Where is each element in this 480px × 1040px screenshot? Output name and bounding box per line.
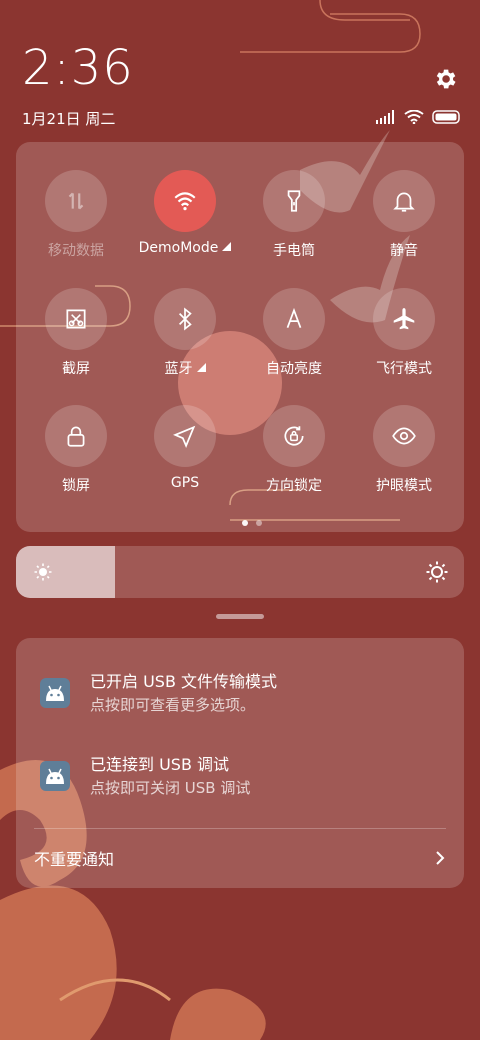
- qs-tile-label: 飞行模式: [376, 361, 432, 377]
- date: 1月21日 周二: [22, 110, 116, 128]
- page-dot: [256, 520, 262, 526]
- unimportant-notifications-link[interactable]: 不重要通知: [34, 846, 114, 870]
- qs-tile-label: DemoMode: [135, 240, 235, 256]
- gps-icon[interactable]: [154, 405, 216, 467]
- qs-tile-lock[interactable]: 锁屏: [26, 405, 126, 515]
- bluetooth-icon[interactable]: [154, 288, 216, 350]
- divider: [34, 828, 446, 829]
- qs-tile-bluetooth[interactable]: 蓝牙: [135, 288, 235, 398]
- page-indicator: [242, 520, 262, 526]
- android-icon: [40, 761, 70, 791]
- notification-usb-transfer[interactable]: 已开启 USB 文件传输模式 点按即可查看更多选项。: [16, 668, 464, 728]
- quick-settings-panel: 移动数据 DemoMode 手电筒 静音截屏 蓝牙 自动亮度 飞行模式锁屏 GPS 方向锁定 护眼…: [16, 142, 464, 532]
- airplane-icon[interactable]: [373, 288, 435, 350]
- mobile-data-icon[interactable]: [45, 170, 107, 232]
- qs-tile-label: 锁屏: [62, 478, 90, 494]
- brightness-fill: [16, 546, 115, 598]
- android-icon: [40, 678, 70, 708]
- qs-tile-label: 手电筒: [273, 243, 315, 259]
- page-dot-current: [242, 520, 248, 526]
- qs-tile-airplane[interactable]: 飞行模式: [354, 288, 454, 398]
- eye-icon[interactable]: [373, 405, 435, 467]
- flashlight-icon[interactable]: [263, 170, 325, 232]
- qs-tile-label: 移动数据: [48, 243, 104, 259]
- qs-tile-label: 静音: [390, 243, 418, 259]
- notification-text: 点按即可查看更多选项。: [90, 696, 256, 714]
- qs-tile-label: 自动亮度: [266, 361, 322, 377]
- qs-tile-screenshot[interactable]: 截屏: [26, 288, 126, 398]
- brightness-high-icon: [426, 561, 448, 583]
- battery-icon: [432, 110, 460, 124]
- rotation-lock-icon[interactable]: [263, 405, 325, 467]
- gear-icon[interactable]: [432, 66, 458, 92]
- signal-icon: [376, 110, 394, 124]
- wifi-icon: [404, 110, 424, 124]
- qs-tile-label: 截屏: [62, 361, 90, 377]
- status-icons: [376, 110, 462, 124]
- drag-handle[interactable]: [216, 614, 264, 619]
- brightness-low-icon: [34, 563, 52, 581]
- notification-title: 已开启 USB 文件传输模式: [90, 672, 278, 691]
- qs-tile-label: GPS: [170, 475, 200, 491]
- notification-text: 点按即可关闭 USB 调试: [90, 779, 251, 797]
- screenshot-icon[interactable]: [45, 288, 107, 350]
- qs-tile-flashlight[interactable]: 手电筒: [244, 170, 344, 280]
- qs-tile-label: 蓝牙: [135, 358, 235, 378]
- wifi-icon[interactable]: [154, 170, 216, 232]
- expand-triangle-icon: [222, 242, 232, 251]
- chevron-right-icon[interactable]: [434, 850, 446, 866]
- expand-triangle-icon: [196, 363, 206, 372]
- notification-title: 已连接到 USB 调试: [90, 755, 230, 774]
- qs-tile-mobile-data[interactable]: 移动数据: [26, 170, 126, 280]
- qs-tile-auto-brightness[interactable]: 自动亮度: [244, 288, 344, 398]
- auto-brightness-icon[interactable]: [263, 288, 325, 350]
- lock-icon[interactable]: [45, 405, 107, 467]
- bell-icon[interactable]: [373, 170, 435, 232]
- qs-tile-rotation-lock[interactable]: 方向锁定: [244, 405, 344, 515]
- qs-tile-label: 方向锁定: [266, 478, 322, 494]
- qs-tile-eye[interactable]: 护眼模式: [354, 405, 454, 515]
- notification-usb-debug[interactable]: 已连接到 USB 调试 点按即可关闭 USB 调试: [16, 751, 464, 811]
- clock: 2:36: [22, 40, 134, 96]
- qs-tile-wifi[interactable]: DemoMode: [135, 170, 235, 280]
- notification-card: 已开启 USB 文件传输模式 点按即可查看更多选项。 已连接到 USB 调试 点…: [16, 638, 464, 888]
- qs-tile-label: 护眼模式: [376, 478, 432, 494]
- qs-tile-gps[interactable]: GPS: [135, 405, 235, 515]
- qs-tile-bell[interactable]: 静音: [354, 170, 454, 280]
- brightness-slider[interactable]: [16, 546, 464, 598]
